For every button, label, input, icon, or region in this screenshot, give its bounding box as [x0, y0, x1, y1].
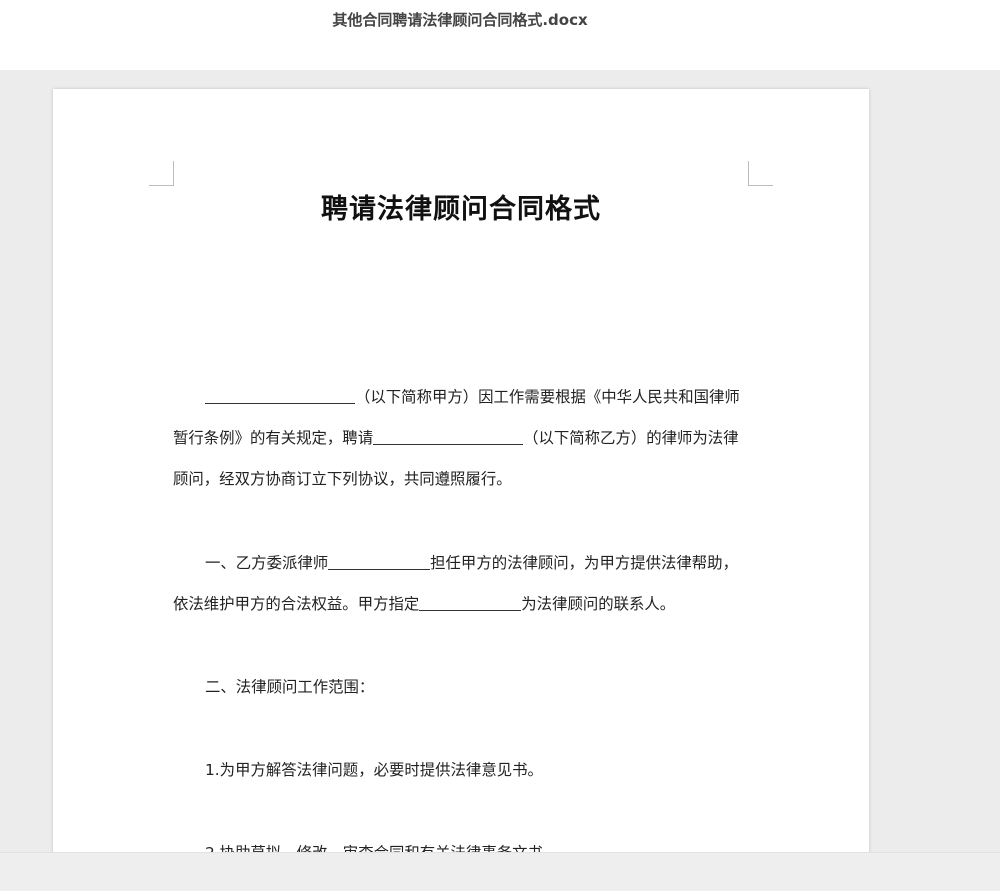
intro-line-2-suffix: （以下简称乙方）的律师为法律 [523, 429, 739, 447]
clause-1-line-2-prefix: 依法维护甲方的合法权益。甲方指定 [173, 595, 420, 613]
document-viewer[interactable]: 聘请法律顾问合同格式 （以下简称甲方）因工作需要根据《中华人民共和国律师 暂行条… [0, 70, 1000, 852]
party-a-blank [205, 379, 355, 404]
item-1-paragraph: 1.为甲方解答法律问题，必要时提供法律意见书。 [173, 750, 753, 791]
contact-person-blank [419, 586, 522, 611]
margin-corner-mark-right [748, 161, 773, 186]
clause-2-heading: 二、法律顾问工作范围： [205, 678, 375, 696]
clause-1-line-2-suffix: 为法律顾问的联系人。 [521, 595, 676, 613]
margin-corner-mark-left [149, 161, 174, 186]
clause-2-paragraph: 二、法律顾问工作范围： [173, 667, 753, 708]
document-page: 聘请法律顾问合同格式 （以下简称甲方）因工作需要根据《中华人民共和国律师 暂行条… [53, 89, 869, 852]
intro-line-2-prefix: 暂行条例》的有关规定，聘请 [173, 429, 374, 447]
party-b-blank [373, 420, 524, 445]
intro-line-1-text: （以下简称甲方）因工作需要根据《中华人民共和国律师 [355, 388, 740, 406]
bottom-bar [0, 852, 1000, 891]
intro-line-3: 顾问，经双方协商订立下列协议，共同遵照履行。 [173, 470, 512, 488]
lawyer-name-blank [328, 545, 431, 570]
item-2-text: 2.协助草拟、修改、审查合同和有关法律事务文书。 [173, 833, 753, 852]
intro-line-2: 暂行条例》的有关规定，聘请 （以下简称乙方）的律师为法律 [173, 418, 753, 459]
clause-1-line-1-suffix: 担任甲方的法律顾问，为甲方提供法律帮助， [430, 554, 738, 572]
intro-paragraph: （以下简称甲方）因工作需要根据《中华人民共和国律师 暂行条例》的有关规定，聘请 （… [173, 377, 753, 500]
document-file-name: 其他合同聘请法律顾问合同格式.docx [332, 11, 588, 29]
intro-line-1: （以下简称甲方）因工作需要根据《中华人民共和国律师 [173, 377, 753, 418]
clause-1-line-1-prefix: 一、乙方委派律师 [205, 554, 329, 572]
item-2-paragraph: 2.协助草拟、修改、审查合同和有关法律事务文书。 [173, 833, 753, 852]
document-heading: 聘请法律顾问合同格式 [321, 194, 601, 225]
clause-1-paragraph: 一、乙方委派律师 担任甲方的法律顾问，为甲方提供法律帮助， 依法维护甲方的合法权益… [173, 543, 753, 625]
item-1-text: 1.为甲方解答法律问题，必要时提供法律意见书。 [205, 761, 543, 779]
clause-1-line-1: 一、乙方委派律师 担任甲方的法律顾问，为甲方提供法律帮助， [173, 543, 753, 584]
clause-1-line-2: 依法维护甲方的合法权益。甲方指定 为法律顾问的联系人。 [173, 584, 753, 625]
title-bar: 其他合同聘请法律顾问合同格式.docx [0, 0, 1000, 70]
